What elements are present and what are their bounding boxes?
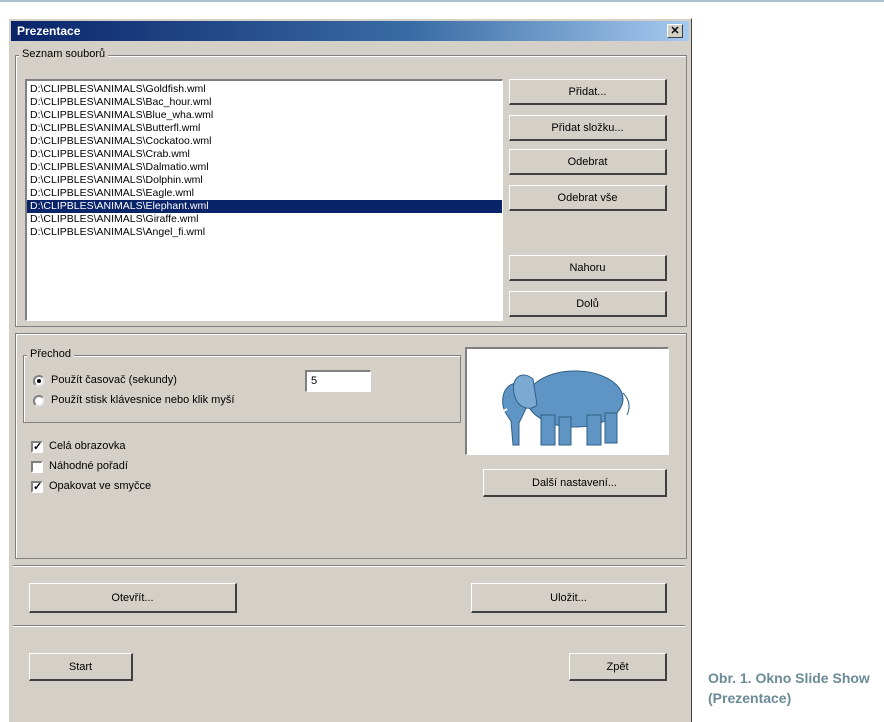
remove-button[interactable]: Odebrat bbox=[509, 149, 667, 175]
slide-preview bbox=[465, 347, 669, 455]
more-settings-button[interactable]: Další nastavení... bbox=[483, 469, 667, 497]
fullscreen-label[interactable]: Celá obrazovka bbox=[49, 440, 125, 452]
file-list-item[interactable]: D:\CLIPBLES\ANIMALS\Cockatoo.wml bbox=[27, 135, 502, 148]
start-button[interactable]: Start bbox=[29, 653, 133, 681]
page-top-line bbox=[0, 0, 884, 2]
save-button[interactable]: Uložit... bbox=[471, 583, 667, 613]
file-list-item[interactable]: D:\CLIPBLES\ANIMALS\Bac_hour.wml bbox=[27, 96, 502, 109]
timer-seconds-input[interactable]: 5 bbox=[305, 370, 371, 392]
file-list-item[interactable]: D:\CLIPBLES\ANIMALS\Butterfl.wml bbox=[27, 122, 502, 135]
add-button[interactable]: Přidat... bbox=[509, 79, 667, 105]
file-list-legend: Seznam souborů bbox=[19, 48, 109, 60]
loop-checkbox[interactable]: ✓ bbox=[31, 481, 43, 493]
move-down-button[interactable]: Dolů bbox=[509, 291, 667, 317]
open-button[interactable]: Otevřít... bbox=[29, 583, 237, 613]
file-list-item[interactable]: D:\CLIPBLES\ANIMALS\Blue_wha.wml bbox=[27, 109, 502, 122]
window-title: Prezentace bbox=[17, 24, 81, 38]
file-list-item[interactable]: D:\CLIPBLES\ANIMALS\Angel_fi.wml bbox=[27, 226, 502, 239]
separator-2 bbox=[13, 625, 685, 627]
timer-radio-label[interactable]: Použít časovač (sekundy) bbox=[51, 374, 177, 386]
file-list-item[interactable]: D:\CLIPBLES\ANIMALS\Elephant.wml bbox=[27, 200, 502, 213]
timer-seconds-value: 5 bbox=[311, 375, 318, 387]
fullscreen-checkbox[interactable]: ✓ bbox=[31, 441, 43, 453]
file-list-item[interactable]: D:\CLIPBLES\ANIMALS\Goldfish.wml bbox=[27, 83, 502, 96]
separator-1 bbox=[13, 565, 685, 567]
file-list[interactable]: D:\CLIPBLES\ANIMALS\Goldfish.wml D:\CLIPB… bbox=[25, 79, 503, 321]
presentation-dialog: Prezentace ✕ Seznam souborů D:\CLIPBLES\… bbox=[8, 18, 692, 722]
figure-caption: Obr. 1. Okno Slide Show (Prezentace) bbox=[708, 670, 870, 706]
loop-label[interactable]: Opakovat ve smyčce bbox=[49, 480, 151, 492]
back-button[interactable]: Zpět bbox=[569, 653, 667, 681]
transition-group bbox=[23, 355, 461, 423]
file-list-item[interactable]: D:\CLIPBLES\ANIMALS\Crab.wml bbox=[27, 148, 502, 161]
add-folder-button[interactable]: Přidat složku... bbox=[509, 115, 667, 141]
random-order-label[interactable]: Náhodné pořadí bbox=[49, 460, 128, 472]
close-button[interactable]: ✕ bbox=[667, 24, 683, 38]
file-list-item[interactable]: D:\CLIPBLES\ANIMALS\Dolphin.wml bbox=[27, 174, 502, 187]
remove-all-button[interactable]: Odebrat vše bbox=[509, 185, 667, 211]
radio-selected-dot bbox=[37, 379, 41, 383]
file-list-item[interactable]: D:\CLIPBLES\ANIMALS\Dalmatio.wml bbox=[27, 161, 502, 174]
title-bar[interactable]: Prezentace ✕ bbox=[11, 21, 689, 41]
random-order-checkbox[interactable] bbox=[31, 461, 43, 473]
key-click-radio[interactable] bbox=[33, 395, 45, 407]
file-list-item[interactable]: D:\CLIPBLES\ANIMALS\Eagle.wml bbox=[27, 187, 502, 200]
key-click-radio-label[interactable]: Použít stisk klávesnice nebo klik myší bbox=[51, 394, 234, 406]
transition-legend: Přechod bbox=[27, 348, 74, 360]
timer-radio[interactable] bbox=[33, 375, 45, 387]
file-list-item[interactable]: D:\CLIPBLES\ANIMALS\Giraffe.wml bbox=[27, 213, 502, 226]
elephant-preview-image bbox=[496, 370, 630, 446]
move-up-button[interactable]: Nahoru bbox=[509, 255, 667, 281]
